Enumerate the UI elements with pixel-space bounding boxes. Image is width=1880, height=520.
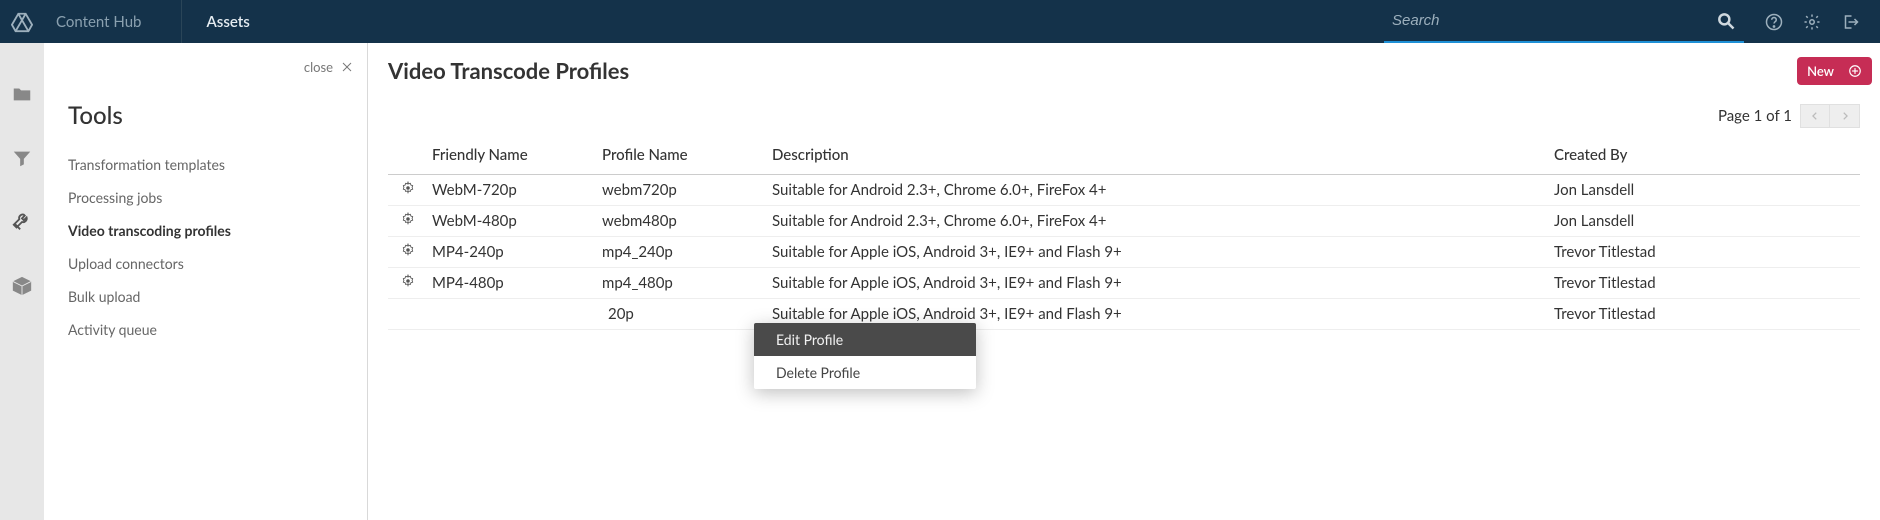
tool-item-bulk-upload[interactable]: Bulk upload (68, 280, 343, 313)
new-button[interactable]: New (1797, 57, 1872, 85)
folder-icon[interactable] (11, 83, 33, 105)
main-area: Video Transcode Profiles New Page 1 of 1 (368, 43, 1880, 520)
row-menu-button[interactable] (388, 175, 428, 206)
help-icon[interactable] (1764, 12, 1784, 32)
row-context-menu: Edit Profile Delete Profile (754, 323, 976, 389)
row-menu-button[interactable] (388, 237, 428, 268)
cell-profile: mp4_480p (598, 268, 768, 299)
cell-created-by: Jon Lansdell (1550, 175, 1860, 206)
cell-friendly: 20p (428, 299, 598, 330)
close-label: close (304, 59, 333, 75)
search-input[interactable] (1392, 12, 1716, 29)
package-icon[interactable] (11, 275, 33, 297)
table-row: WebM-720p webm720p Suitable for Android … (388, 175, 1860, 206)
table-row: MP4-240p mp4_240p Suitable for Apple iOS… (388, 237, 1860, 268)
filter-icon[interactable] (11, 147, 33, 169)
pager-prev-button[interactable] (1800, 104, 1830, 128)
cell-profile: mp4_240p (598, 237, 768, 268)
cell-friendly: WebM-720p (428, 175, 598, 206)
cell-friendly: MP4-480p (428, 268, 598, 299)
cell-profile: webm720p (598, 175, 768, 206)
pager-next-button[interactable] (1830, 104, 1860, 128)
tool-item-transformation-templates[interactable]: Transformation templates (68, 148, 343, 181)
cell-created-by: Trevor Titlestad (1550, 237, 1860, 268)
ctx-edit-profile[interactable]: Edit Profile (754, 323, 976, 356)
app-logo-icon[interactable] (0, 0, 44, 43)
tools-title: Tools (68, 101, 343, 130)
tool-item-processing-jobs[interactable]: Processing jobs (68, 181, 343, 214)
table-header-row: Friendly Name Profile Name Description C… (388, 136, 1860, 175)
profiles-table: Friendly Name Profile Name Description C… (388, 136, 1860, 330)
cell-created-by: Jon Lansdell (1550, 206, 1860, 237)
top-bar: Content Hub Assets (0, 0, 1880, 43)
col-description[interactable]: Description (768, 136, 1550, 175)
icon-rail (0, 43, 44, 520)
table-row: 20p Suitable for Apple iOS, Android 3+, … (388, 299, 1860, 330)
cell-friendly: WebM-480p (428, 206, 598, 237)
table-row: MP4-480p mp4_480p Suitable for Apple iOS… (388, 268, 1860, 299)
search-wrap (1384, 0, 1744, 43)
row-menu-button[interactable] (388, 206, 428, 237)
cell-description: Suitable for Android 2.3+, Chrome 6.0+, … (768, 206, 1550, 237)
top-icons (1744, 12, 1880, 32)
page-info: Page 1 of 1 (1718, 107, 1792, 125)
cell-description: Suitable for Apple iOS, Android 3+, IE9+… (768, 237, 1550, 268)
tool-item-activity-queue[interactable]: Activity queue (68, 313, 343, 346)
row-menu-button[interactable] (388, 268, 428, 299)
close-panel-button[interactable]: close (304, 59, 353, 75)
cell-created-by: Trevor Titlestad (1550, 268, 1860, 299)
tools-panel: close Tools Transformation templates Pro… (44, 43, 368, 520)
brand-label[interactable]: Content Hub (44, 0, 182, 43)
col-created-by[interactable]: Created By (1550, 136, 1860, 175)
col-profile[interactable]: Profile Name (598, 136, 768, 175)
cell-profile: webm480p (598, 206, 768, 237)
pager (1800, 104, 1860, 128)
new-button-label: New (1807, 63, 1834, 79)
tools-icon[interactable] (11, 211, 33, 233)
cell-description: Suitable for Apple iOS, Android 3+, IE9+… (768, 268, 1550, 299)
ctx-delete-profile[interactable]: Delete Profile (754, 356, 976, 389)
cell-friendly: MP4-240p (428, 237, 598, 268)
section-label[interactable]: Assets (182, 13, 249, 31)
page-title: Video Transcode Profiles (388, 57, 1860, 84)
search-icon[interactable] (1716, 11, 1736, 31)
col-friendly[interactable]: Friendly Name (428, 136, 598, 175)
table-row: WebM-480p webm480p Suitable for Android … (388, 206, 1860, 237)
tool-item-upload-connectors[interactable]: Upload connectors (68, 247, 343, 280)
cell-description: Suitable for Android 2.3+, Chrome 6.0+, … (768, 175, 1550, 206)
tool-item-video-transcoding-profiles[interactable]: Video transcoding profiles (68, 214, 343, 247)
cell-created-by: Trevor Titlestad (1550, 299, 1860, 330)
logout-icon[interactable] (1840, 12, 1860, 32)
settings-icon[interactable] (1802, 12, 1822, 32)
